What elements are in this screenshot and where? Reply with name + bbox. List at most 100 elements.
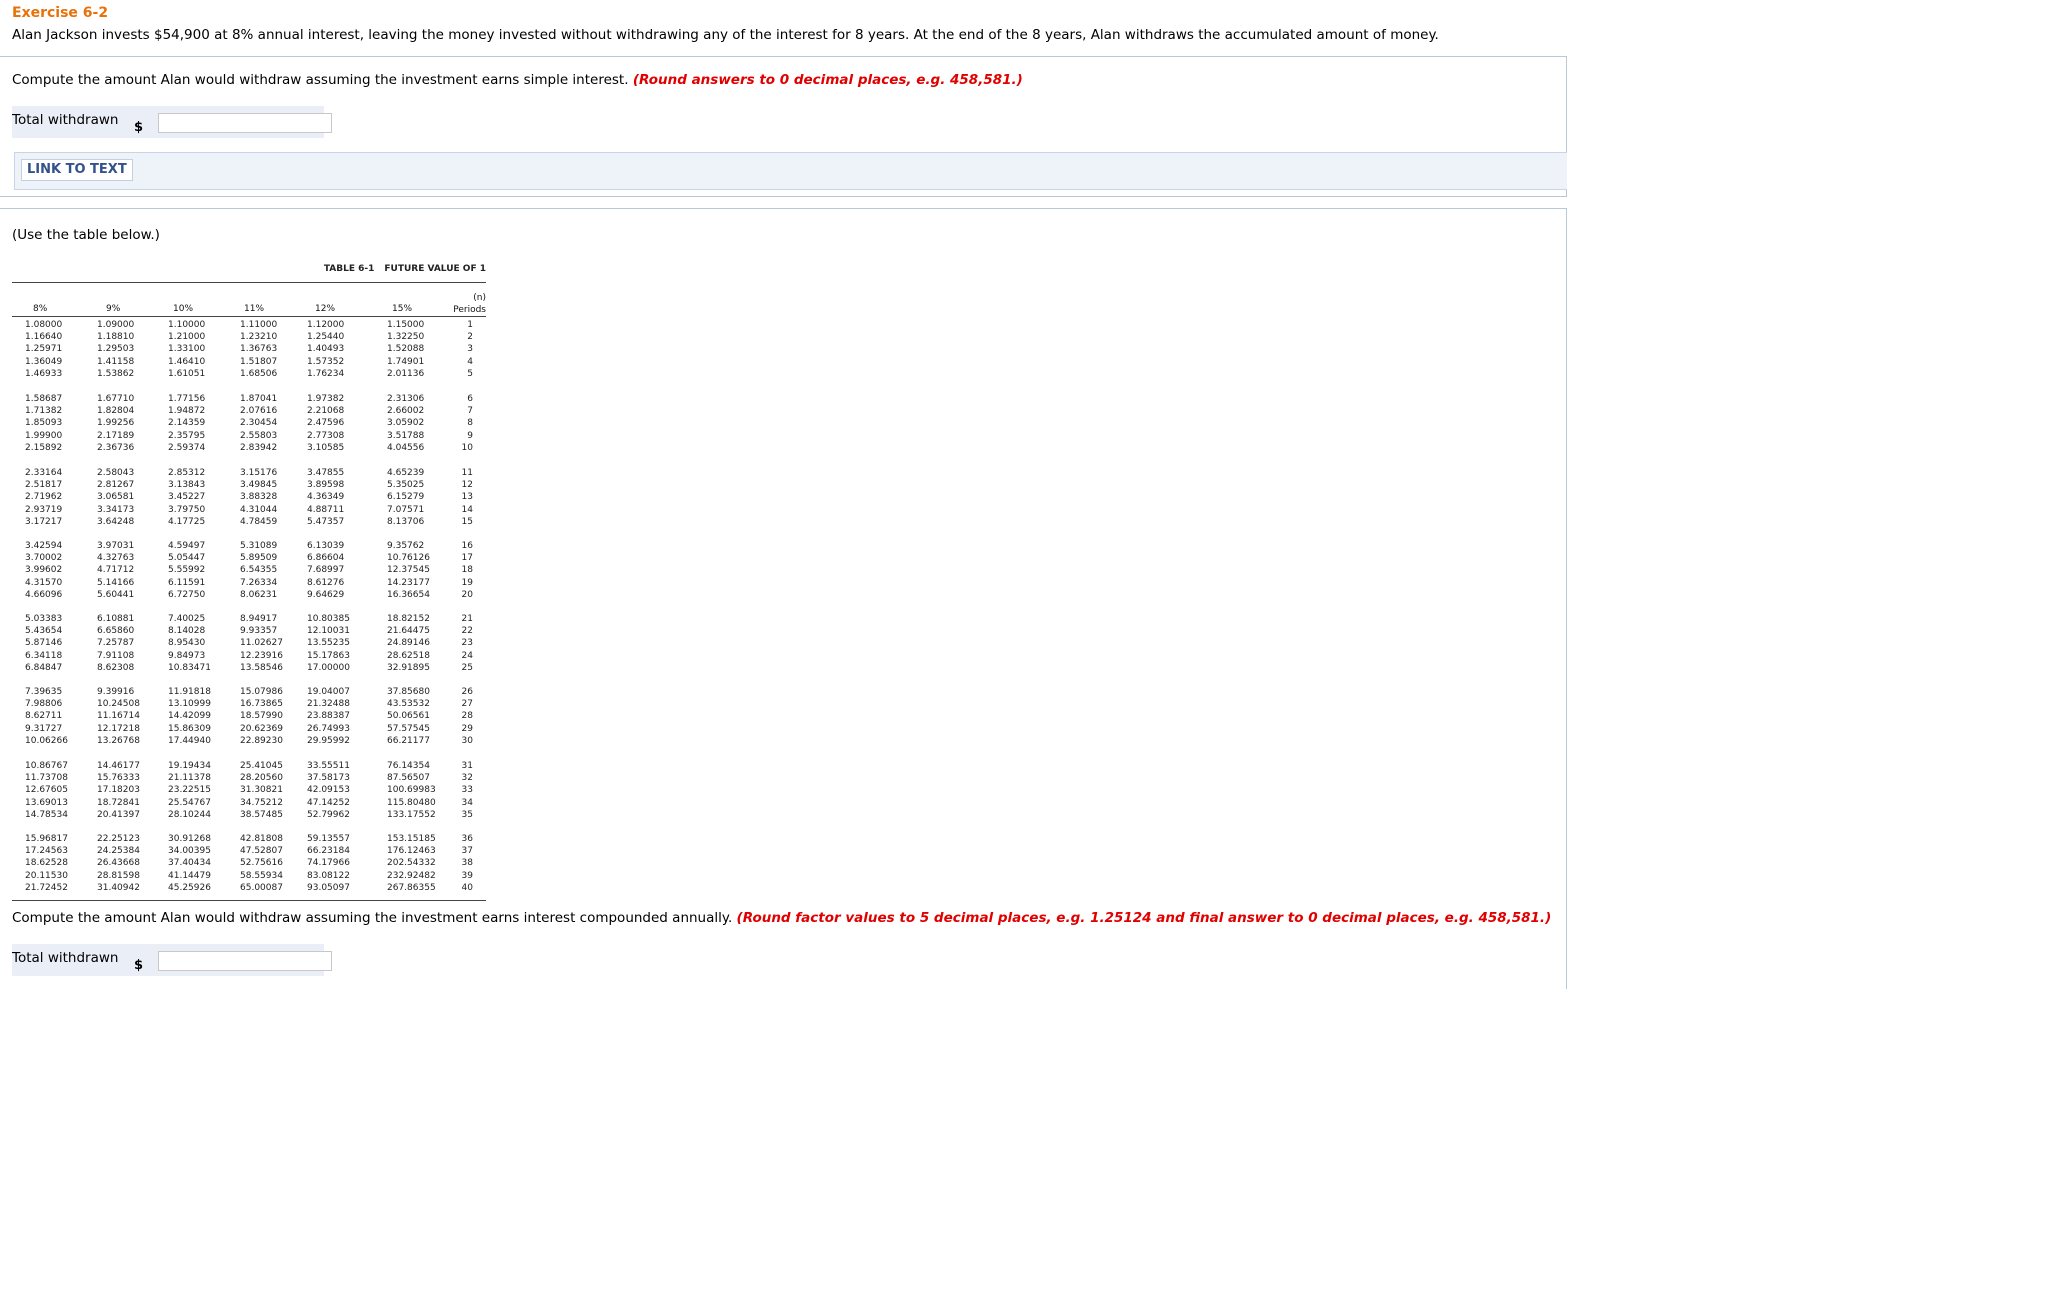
table-period-cell: 10: [461, 442, 473, 453]
table-row: 1.58687 1.67710 1.77156 1.87041 1.97382 2.313…: [12, 393, 486, 405]
table-cell: 1.46933: [25, 368, 63, 379]
table-period-cell: 37: [461, 846, 473, 857]
table-cell: 10.86767: [25, 761, 68, 771]
table-cell: 4.32763: [97, 553, 135, 564]
table-row: 4.31570 5.14166 6.11591 7.26334 8.61276 14.23…: [12, 577, 486, 589]
table-cell: 7.91108: [97, 650, 135, 661]
table-cell: 1.85093: [25, 418, 63, 429]
table-cell: 2.85312: [168, 468, 206, 478]
table-period-cell: 36: [461, 834, 473, 844]
table-row: 11.73708 15.76333 21.11378 28.20560 37.58173…: [12, 772, 486, 784]
table-cell: 1.18810: [97, 332, 135, 343]
table-row: 6.84847 8.62308 10.83471 13.58546 17.00000 32…: [12, 662, 486, 674]
table-cell: 3.42594: [25, 541, 63, 551]
header-12pct: 12%: [315, 304, 336, 314]
table-cell: 15.86309: [168, 723, 211, 734]
table-cell: 47.52807: [240, 846, 283, 857]
table-row: 10.06266 13.26768 17.44940 22.89230 29.95992…: [12, 735, 486, 747]
table-cell: 5.03383: [25, 614, 63, 624]
table-period-cell: 3: [467, 344, 473, 355]
table-cell: 23.22515: [168, 785, 211, 796]
table-period-cell: 29: [461, 723, 473, 734]
table-row: 3.99602 4.71712 5.55992 6.54355 7.68997 12.37…: [12, 564, 486, 576]
table-cell: 25.41045: [240, 761, 283, 771]
table-cell: 23.88387: [307, 711, 350, 722]
table-cell: 12.37545: [387, 565, 430, 576]
table-cell: 3.64248: [97, 516, 135, 527]
exercise-title: Exercise 6-2: [12, 5, 109, 21]
table-period-cell: 6: [467, 394, 473, 404]
table-cell: 1.82804: [97, 406, 135, 417]
table-period-cell: 34: [461, 797, 473, 808]
table-cell: 15.17863: [307, 650, 350, 661]
link-to-text-button[interactable]: LINK TO TEXT: [21, 159, 133, 181]
table-row: 18.62528 26.43668 37.40434 52.75616 74.17966…: [12, 857, 486, 869]
table-period-cell: 32: [461, 773, 473, 784]
table-cell: 14.46177: [97, 761, 140, 771]
table-cell: 1.29503: [97, 344, 135, 355]
table-cell: 1.25971: [25, 344, 63, 355]
table-cell: 115.80480: [387, 797, 436, 808]
table-cell: 2.21068: [307, 406, 345, 417]
table-period-cell: 14: [461, 504, 473, 515]
table-row: 1.36049 1.41158 1.46410 1.51807 1.57352 1.749…: [12, 356, 486, 368]
table-cell: 43.53532: [387, 699, 430, 710]
table-cell: 1.77156: [168, 394, 206, 404]
table-cell: 1.76234: [307, 368, 345, 379]
table-cell: 3.51788: [387, 430, 425, 441]
total-withdrawn-simple-input[interactable]: [158, 113, 332, 133]
table-cell: 14.78534: [25, 809, 68, 820]
table-cell: 1.57352: [307, 356, 345, 367]
use-table-note: (Use the table below.): [12, 227, 160, 243]
table-cell: 4.66096: [25, 589, 63, 600]
table-cell: 5.14166: [97, 577, 135, 588]
table-period-cell: 40: [461, 882, 473, 893]
table-cell: 1.23210: [240, 332, 278, 343]
table-period-cell: 18: [461, 565, 473, 576]
table-cell: 4.59497: [168, 541, 206, 551]
table-cell: 20.41397: [97, 809, 140, 820]
table-cell: 16.36654: [387, 589, 430, 600]
table-cell: 52.79962: [307, 809, 350, 820]
table-cell: 11.16714: [97, 711, 140, 722]
table-cell: 5.05447: [168, 553, 206, 564]
table-cell: 37.58173: [307, 773, 350, 784]
table-cell: 8.06231: [240, 589, 278, 600]
table-cell: 6.65860: [97, 626, 135, 637]
table-row: 6.34118 7.91108 9.84973 12.23916 15.17863 28.…: [12, 650, 486, 662]
table-cell: 1.99900: [25, 430, 63, 441]
table-cell: 2.33164: [25, 468, 63, 478]
table-cell: 7.07571: [387, 504, 425, 515]
table-row: 17.24563 24.25384 34.00395 47.52807 66.23184…: [12, 845, 486, 857]
total-withdrawn-label: Total withdrawn: [12, 112, 119, 128]
table-cell: 3.10585: [307, 442, 345, 453]
header-8pct: 8%: [33, 304, 48, 314]
table-cell: 5.87146: [25, 638, 63, 649]
question-2-text: Compute the amount Alan would withdraw a…: [12, 910, 733, 926]
table-cell: 6.84847: [25, 662, 63, 673]
table-cell: 133.17552: [387, 809, 436, 820]
table-cell: 22.89230: [240, 735, 283, 746]
table-cell: 18.82152: [387, 614, 430, 624]
table-cell: 18.72841: [97, 797, 140, 808]
table-cell: 42.81808: [240, 834, 283, 844]
table-period-cell: 13: [461, 492, 473, 503]
table-cell: 1.12000: [307, 320, 345, 330]
table-cell: 1.67710: [97, 394, 135, 404]
table-bottom-rule: [12, 900, 486, 901]
table-row: 5.87146 7.25787 8.95430 11.02627 13.55235 24.…: [12, 637, 486, 649]
table-period-cell: 9: [467, 430, 473, 441]
table-cell: 26.74993: [307, 723, 350, 734]
table-row: 1.85093 1.99256 2.14359 2.30454 2.47596 3.059…: [12, 417, 486, 429]
table-top-rule: [12, 282, 486, 283]
answer-row-compound: Total withdrawn $: [12, 944, 332, 976]
table-cell: 4.88711: [307, 504, 345, 515]
total-withdrawn-compound-input[interactable]: [158, 951, 332, 971]
table-cell: 4.65239: [387, 468, 425, 478]
table-period-cell: 12: [461, 480, 473, 491]
table-period-cell: 15: [461, 516, 473, 527]
table-cell: 7.68997: [307, 565, 345, 576]
table-cell: 2.55803: [240, 430, 278, 441]
table-cell: 4.36349: [307, 492, 345, 503]
table-cell: 7.40025: [168, 614, 206, 624]
